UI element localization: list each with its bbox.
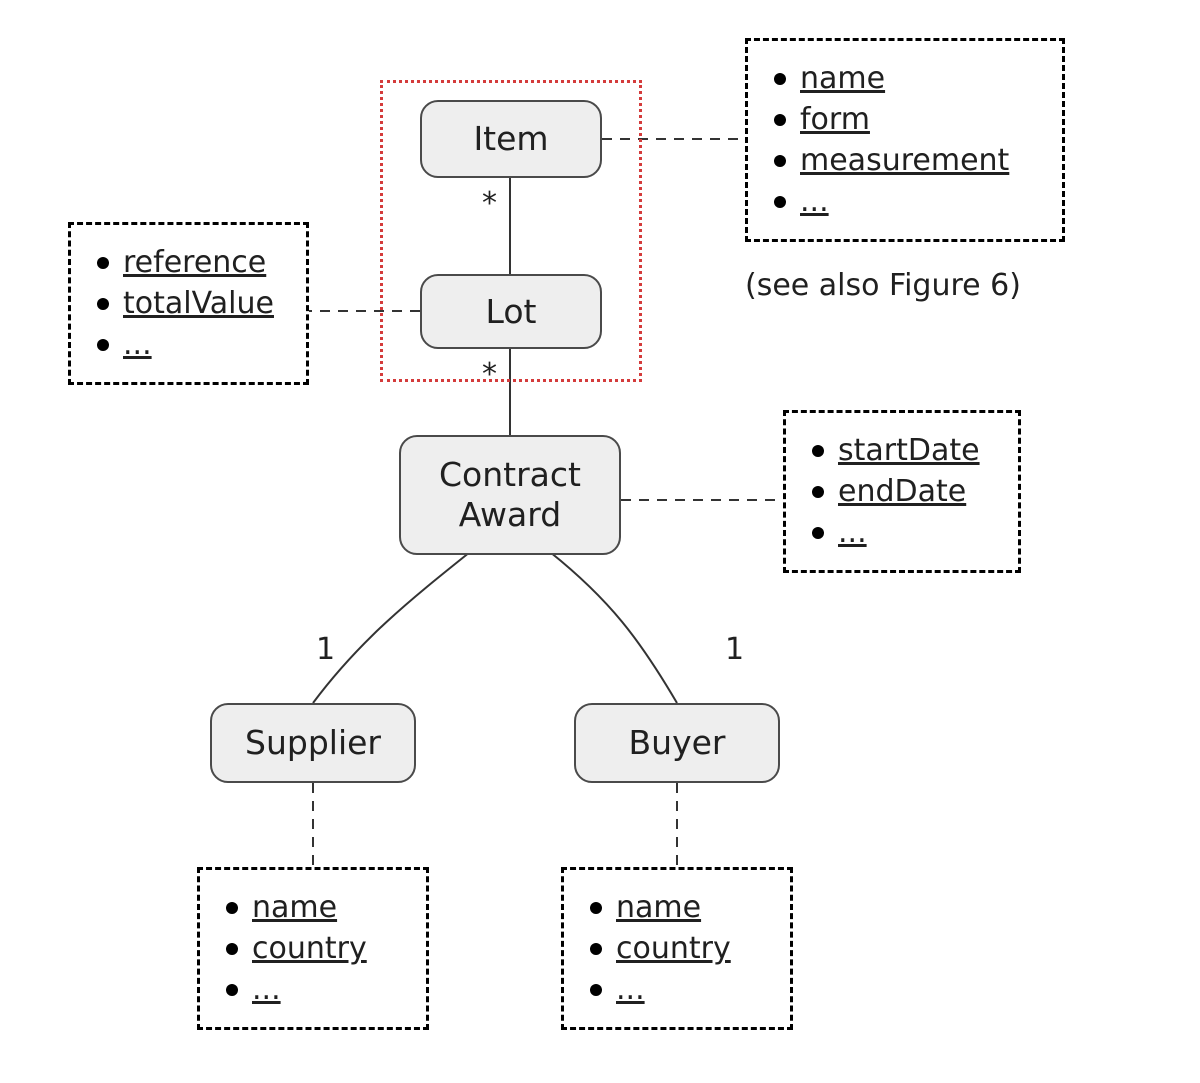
bullet-icon bbox=[226, 984, 238, 996]
attr-text: country bbox=[252, 931, 367, 966]
attr-text: form bbox=[800, 102, 870, 137]
node-buyer-label: Buyer bbox=[611, 717, 744, 769]
attr-item: ... bbox=[226, 972, 406, 1007]
attr-box-contract-award: startDate endDate ... bbox=[783, 410, 1021, 573]
attr-item: startDate bbox=[812, 433, 998, 468]
attr-box-supplier: name country ... bbox=[197, 867, 429, 1030]
attr-list-supplier: name country ... bbox=[226, 890, 406, 1007]
attr-item: ... bbox=[812, 515, 998, 550]
attr-text: totalValue bbox=[123, 286, 274, 321]
bullet-icon bbox=[226, 943, 238, 955]
attr-item: reference bbox=[97, 245, 286, 280]
attr-text: country bbox=[616, 931, 731, 966]
attr-item: ... bbox=[97, 327, 286, 362]
attr-text: ... bbox=[252, 972, 281, 1007]
node-supplier: Supplier bbox=[210, 703, 416, 783]
mult-item-lot: * bbox=[482, 186, 497, 221]
node-buyer: Buyer bbox=[574, 703, 780, 783]
bullet-icon bbox=[774, 155, 786, 167]
mult-supplier: 1 bbox=[316, 632, 335, 667]
attr-item: ... bbox=[774, 184, 1042, 219]
mult-buyer: 1 bbox=[725, 632, 744, 667]
attr-box-lot: reference totalValue ... bbox=[68, 222, 309, 385]
attr-text: startDate bbox=[838, 433, 980, 468]
see-also-caption: (see also Figure 6) bbox=[745, 268, 1021, 303]
bullet-icon bbox=[774, 114, 786, 126]
bullet-icon bbox=[226, 902, 238, 914]
node-item: Item bbox=[420, 100, 602, 178]
attr-text: name bbox=[616, 890, 701, 925]
attr-text: name bbox=[800, 61, 885, 96]
node-contract-award: Contract Award bbox=[399, 435, 621, 555]
attr-item: totalValue bbox=[97, 286, 286, 321]
attr-box-buyer: name country ... bbox=[561, 867, 793, 1030]
attr-item: country bbox=[590, 931, 770, 966]
node-lot: Lot bbox=[420, 274, 602, 349]
node-contract-award-label: Contract Award bbox=[421, 449, 599, 540]
bullet-icon bbox=[97, 339, 109, 351]
attr-text: name bbox=[252, 890, 337, 925]
bullet-icon bbox=[812, 486, 824, 498]
attr-item: ... bbox=[590, 972, 770, 1007]
bullet-icon bbox=[774, 73, 786, 85]
attr-item: name bbox=[590, 890, 770, 925]
attr-item: name bbox=[226, 890, 406, 925]
node-supplier-label: Supplier bbox=[227, 717, 399, 769]
attr-list-item: name form measurement ... bbox=[774, 61, 1042, 219]
bullet-icon bbox=[590, 943, 602, 955]
attr-text: ... bbox=[838, 515, 867, 550]
bullet-icon bbox=[97, 257, 109, 269]
bullet-icon bbox=[774, 196, 786, 208]
attr-text: ... bbox=[800, 184, 829, 219]
bullet-icon bbox=[812, 527, 824, 539]
attr-item: measurement bbox=[774, 143, 1042, 178]
bullet-icon bbox=[97, 298, 109, 310]
attr-list-buyer: name country ... bbox=[590, 890, 770, 1007]
bullet-icon bbox=[812, 445, 824, 457]
attr-text: measurement bbox=[800, 143, 1009, 178]
node-lot-label: Lot bbox=[468, 286, 555, 338]
attr-list-contract-award: startDate endDate ... bbox=[812, 433, 998, 550]
attr-item: country bbox=[226, 931, 406, 966]
bullet-icon bbox=[590, 902, 602, 914]
attr-text: ... bbox=[123, 327, 152, 362]
attr-list-lot: reference totalValue ... bbox=[97, 245, 286, 362]
attr-item: endDate bbox=[812, 474, 998, 509]
diagram-canvas: Item Lot Contract Award Supplier Buyer *… bbox=[0, 0, 1200, 1083]
attr-item: name bbox=[774, 61, 1042, 96]
attr-text: reference bbox=[123, 245, 266, 280]
attr-text: endDate bbox=[838, 474, 966, 509]
attr-item: form bbox=[774, 102, 1042, 137]
node-item-label: Item bbox=[455, 113, 566, 165]
mult-lot-contract: * bbox=[482, 357, 497, 392]
bullet-icon bbox=[590, 984, 602, 996]
attr-text: ... bbox=[616, 972, 645, 1007]
attr-box-item: name form measurement ... bbox=[745, 38, 1065, 242]
